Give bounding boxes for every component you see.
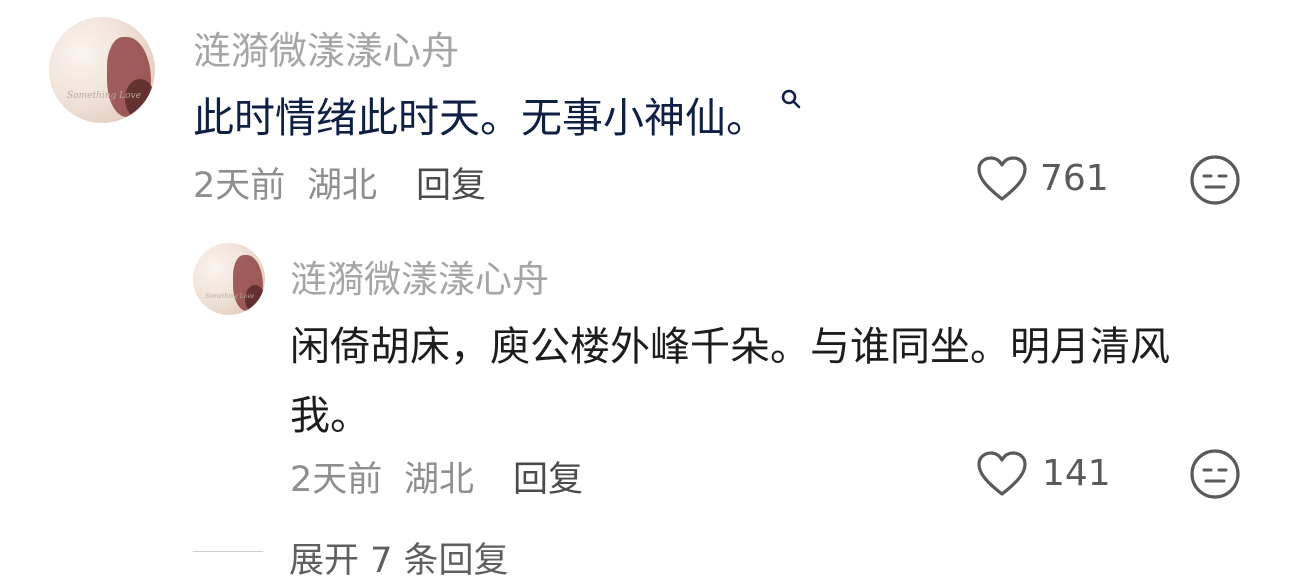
neutral-face-icon[interactable] — [1189, 154, 1241, 206]
expand-replies-button[interactable]: 展开 7 条回复 — [289, 532, 509, 583]
heart-icon[interactable] — [976, 450, 1028, 498]
reply-like-count: 141 — [1042, 453, 1111, 494]
comment-like-count: 761 — [1040, 158, 1109, 199]
reply-avatar[interactable]: Something Love — [193, 243, 265, 315]
comment-username[interactable]: 涟漪微漾漾心舟 — [193, 20, 459, 75]
comment-reply-button[interactable]: 回复 — [416, 157, 486, 208]
reply-reply-button[interactable]: 回复 — [513, 451, 583, 502]
comment-time: 2天前 — [193, 166, 286, 206]
search-icon[interactable] — [780, 88, 802, 110]
expand-divider — [193, 551, 263, 552]
comment-location: 湖北 — [307, 166, 378, 206]
avatar[interactable]: Something Love — [49, 17, 155, 123]
heart-icon[interactable] — [976, 155, 1028, 203]
reply-location: 湖北 — [404, 460, 475, 500]
neutral-face-icon[interactable] — [1189, 448, 1241, 500]
reply-time: 2天前 — [290, 460, 383, 500]
reply-text-line-1: 闲倚胡床，庾公楼外峰千朵。与谁同坐。明月清风 — [290, 324, 1170, 370]
comment-text: 此时情绪此时天。无事小神仙。 — [193, 94, 767, 142]
reply-username[interactable]: 涟漪微漾漾心舟 — [290, 249, 549, 303]
reply-text-line-2: 我。 — [290, 393, 370, 439]
